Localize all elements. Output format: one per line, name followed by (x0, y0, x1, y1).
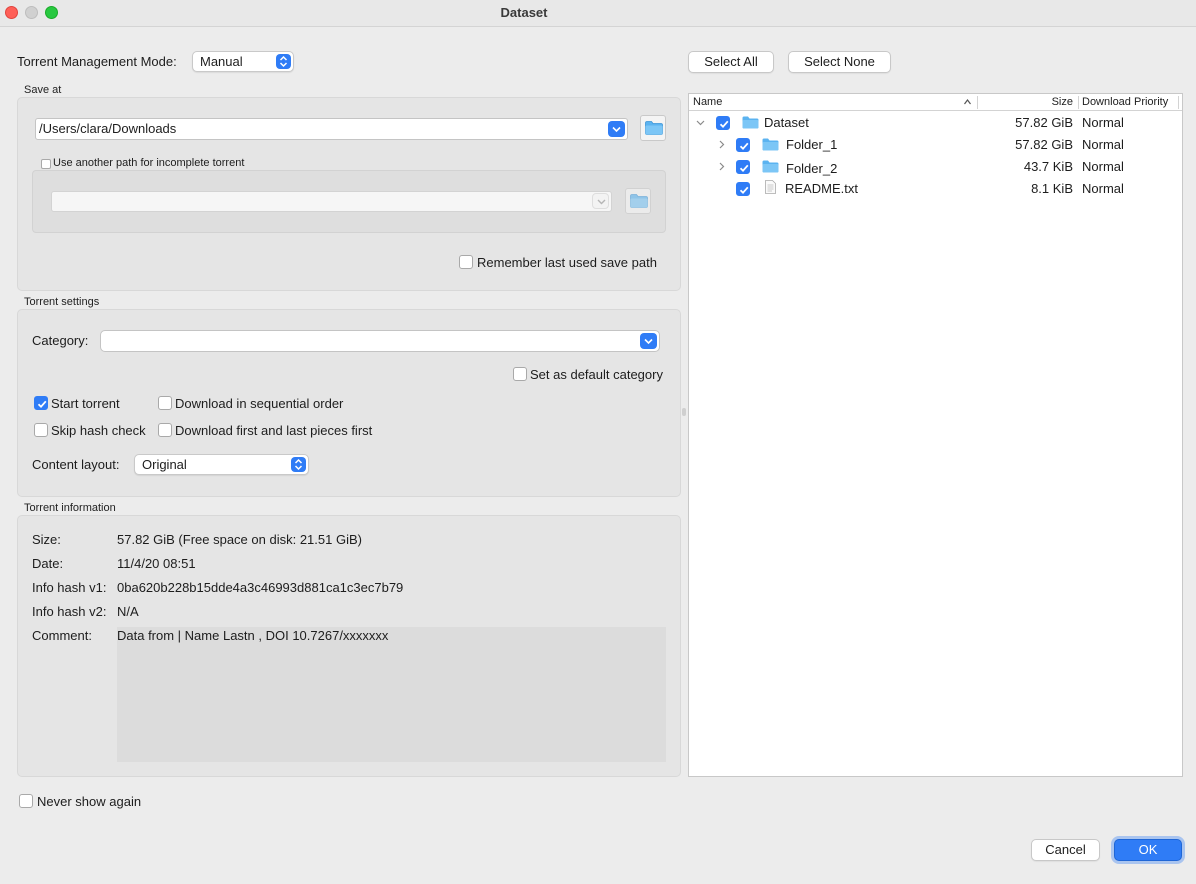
text-file-icon (765, 180, 776, 194)
cancel-button[interactable]: Cancel (1031, 839, 1100, 861)
info-hash-v2-value: N/A (117, 604, 139, 619)
select-none-button[interactable]: Select None (788, 51, 891, 73)
info-hash-v1-value: 0ba620b228b15dde4a3c46993d881ca1c3ec7b79 (117, 580, 404, 595)
content-layout-value: Original (142, 457, 187, 472)
ok-button[interactable]: OK (1114, 839, 1182, 861)
file-priority[interactable]: Normal (1082, 159, 1124, 174)
comment-box[interactable] (117, 627, 666, 762)
chevron-right-icon[interactable] (719, 140, 725, 149)
management-mode-label: Torrent Management Mode: (17, 54, 177, 69)
skip-hash-check-checkbox[interactable] (34, 423, 48, 437)
checkmark-icon (739, 164, 749, 173)
up-down-arrows-icon (276, 54, 291, 69)
skip-hash-check-label: Skip hash check (51, 423, 146, 438)
date-value: 11/4/20 08:51 (117, 556, 196, 571)
tree-row-folder-2[interactable]: Folder_2 43.7 KiB Normal (689, 156, 1182, 178)
default-category-checkbox[interactable] (513, 367, 527, 381)
save-at-group-title: Save at (24, 84, 62, 96)
browse-save-path-button[interactable] (640, 115, 666, 141)
sequential-order-checkbox[interactable] (158, 396, 172, 410)
browse-incomplete-path-button[interactable] (625, 188, 651, 214)
incomplete-path-combobox[interactable] (51, 191, 612, 212)
chevron-down-icon[interactable] (608, 121, 625, 137)
management-mode-select[interactable]: Manual (192, 51, 294, 72)
up-down-arrows-icon (291, 457, 306, 472)
size-label: Size: (32, 532, 61, 547)
tree-row-dataset[interactable]: Dataset 57.82 GiB Normal (689, 112, 1182, 134)
column-header-size[interactable]: Size (1052, 96, 1073, 108)
checkmark-icon (739, 142, 749, 151)
file-name: README.txt (785, 181, 858, 196)
never-show-again-label: Never show again (37, 794, 142, 809)
tree-row-folder-1[interactable]: Folder_1 57.82 GiB Normal (689, 134, 1182, 156)
sort-ascending-icon (964, 99, 971, 105)
chevron-right-icon[interactable] (719, 162, 725, 171)
folder-icon (630, 194, 648, 208)
start-torrent-label: Start torrent (51, 396, 120, 411)
tree-row-readme[interactable]: README.txt 8.1 KiB Normal (689, 178, 1182, 200)
folder-icon (645, 121, 663, 135)
first-last-pieces-checkbox[interactable] (158, 423, 172, 437)
checkmark-icon (719, 120, 729, 129)
file-size: 57.82 GiB (1015, 115, 1073, 130)
content-layout-select[interactable]: Original (134, 454, 309, 475)
start-torrent-checkbox[interactable] (34, 396, 48, 410)
splitter-handle[interactable] (682, 408, 686, 416)
row-checkbox[interactable] (736, 182, 750, 196)
window-title: Dataset (500, 5, 548, 20)
file-name: Folder_1 (786, 137, 838, 152)
file-size: 43.7 KiB (1023, 159, 1073, 174)
file-size: 57.82 GiB (1015, 137, 1073, 152)
file-tree[interactable]: Name Size Download Priority Dataset 57.8… (688, 93, 1183, 777)
file-tree-header: Name Size Download Priority (689, 94, 1182, 111)
column-header-name[interactable]: Name (693, 96, 722, 108)
checkmark-icon (37, 400, 47, 409)
remember-save-path-checkbox[interactable] (459, 255, 473, 269)
torrent-settings-group-title: Torrent settings (24, 296, 100, 308)
select-all-button[interactable]: Select All (688, 51, 774, 73)
checkmark-icon (739, 186, 749, 195)
folder-icon (762, 160, 779, 173)
never-show-again-checkbox[interactable] (19, 794, 33, 808)
folder-icon (742, 116, 759, 129)
row-checkbox[interactable] (736, 160, 750, 174)
file-priority[interactable]: Normal (1082, 181, 1124, 196)
comment-value: Data from | Name Lastn , DOI 10.7267/xxx… (117, 628, 389, 643)
use-another-path-label: Use another path for incomplete torrent (53, 157, 245, 169)
default-category-label: Set as default category (530, 367, 663, 382)
row-checkbox[interactable] (716, 116, 730, 130)
sequential-order-label: Download in sequential order (175, 396, 344, 411)
file-name: Folder_2 (786, 161, 838, 176)
category-combobox[interactable] (100, 330, 660, 352)
remember-save-path-label: Remember last used save path (477, 255, 657, 270)
file-size: 8.1 KiB (1031, 181, 1073, 196)
save-path-combobox[interactable]: /Users/clara/Downloads (35, 118, 628, 140)
title-bar: Dataset (0, 0, 1196, 27)
info-hash-v2-label: Info hash v2: (32, 604, 107, 619)
first-last-pieces-label: Download first and last pieces first (175, 423, 373, 438)
column-header-priority[interactable]: Download Priority (1082, 96, 1168, 108)
file-priority[interactable]: Normal (1082, 115, 1124, 130)
size-value: 57.82 GiB (Free space on disk: 21.51 GiB… (117, 532, 362, 547)
management-mode-value: Manual (200, 54, 243, 69)
date-label: Date: (32, 556, 64, 571)
row-checkbox[interactable] (736, 138, 750, 152)
chevron-down-icon[interactable] (640, 333, 657, 349)
info-hash-v1-label: Info hash v1: (32, 580, 107, 595)
content-layout-label: Content layout: (32, 457, 120, 472)
folder-icon (762, 138, 779, 151)
chevron-down-icon[interactable] (696, 120, 705, 126)
use-another-path-checkbox[interactable] (41, 159, 51, 169)
torrent-info-group-title: Torrent information (24, 502, 116, 514)
category-label: Category: (32, 333, 89, 348)
comment-label: Comment: (32, 628, 92, 643)
chevron-down-icon[interactable] (592, 193, 609, 209)
save-path-value: /Users/clara/Downloads (39, 121, 177, 136)
file-priority[interactable]: Normal (1082, 137, 1124, 152)
file-name: Dataset (764, 115, 809, 130)
